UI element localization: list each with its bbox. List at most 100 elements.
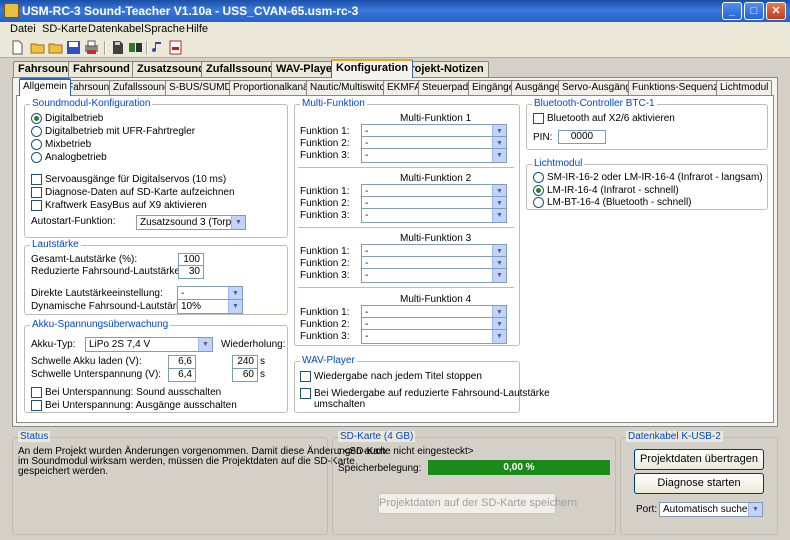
licht-lm-bt-radio[interactable] <box>533 197 544 208</box>
menu-hilfe[interactable]: Hilfe <box>186 23 208 35</box>
sd-save-button[interactable]: Projektdaten auf der SD-Karte speichern <box>378 493 577 514</box>
menu-sd-karte[interactable]: SD-Karte <box>42 23 87 35</box>
schwelle-unter-input[interactable]: 6,4 <box>168 368 196 382</box>
autostart-select[interactable]: Zusatzsound 3 (Torp-Schi ▼ <box>136 215 246 230</box>
mode-ufr-label: Digitalbetrieb mit UFR-Fahrtregler <box>45 126 196 137</box>
music-note-icon[interactable] <box>150 40 165 55</box>
direkt-label: Direkte Lautstärkeeinstellung: <box>31 288 163 299</box>
mf3-title: Multi-Funktion 3 <box>400 233 472 244</box>
mf4-title: Multi-Funktion 4 <box>400 294 472 305</box>
port-select[interactable]: Automatisch suchen ▼ <box>659 502 763 517</box>
schwelle-laden-input[interactable]: 6,6 <box>168 355 196 369</box>
menu-sprache[interactable]: Sprache <box>144 23 185 35</box>
mf2-title: Multi-Funktion 2 <box>400 173 472 184</box>
dynamisch-select[interactable]: 10% ▼ <box>177 299 243 314</box>
unter-repeat-input[interactable]: 60 <box>232 368 258 382</box>
subtab-zufallssound[interactable]: Zufallssound <box>109 80 174 95</box>
chevron-down-icon: ▼ <box>198 338 212 351</box>
subtab-s-bus-sumd[interactable]: S-BUS/SUMD <box>165 80 236 95</box>
subtab-allgemein[interactable]: Allgemein <box>19 78 71 96</box>
transfer-button[interactable]: Projektdaten übertragen <box>634 449 764 470</box>
mf2-f3-select[interactable]: - ▼ <box>361 208 507 223</box>
chevron-down-icon: ▼ <box>231 216 245 229</box>
data-cable-icon[interactable] <box>128 40 143 55</box>
subtab-nautic-multiswitch[interactable]: Nautic/Multiswitch <box>306 80 395 95</box>
licht-sm-ir-label: SM-IR-16-2 oder LM-IR-16-4 (Infrarot - l… <box>547 172 763 183</box>
window-title: USM-RC-3 Sound-Teacher V1.10a - USS_CVAN… <box>22 4 359 18</box>
mf1-f3-select[interactable]: - ▼ <box>361 148 507 163</box>
laden-repeat-input[interactable]: 240 <box>232 355 258 369</box>
wav-stop-checkbox[interactable] <box>300 371 311 382</box>
digitalservos-checkbox[interactable] <box>31 174 42 185</box>
sd-card-icon[interactable] <box>110 40 125 55</box>
wav-reduce-label-cont: umschalten <box>314 399 366 410</box>
speicher-label: Speicherbelegung: <box>338 463 422 474</box>
pdf-icon[interactable] <box>168 40 183 55</box>
autostart-label: Autostart-Funktion: <box>31 216 116 227</box>
mf4-f1-label: Funktion 1: <box>300 307 350 318</box>
direkt-value: - <box>181 288 185 299</box>
mf4-f3-label: Funktion 3: <box>300 331 350 342</box>
wiederholung-label: Wiederholung: <box>221 339 286 350</box>
akku-typ-select[interactable]: LiPo 2S 7,4 V ▼ <box>85 337 213 352</box>
subtab-steuerpad[interactable]: Steuerpad <box>418 80 473 95</box>
chevron-down-icon: ▼ <box>492 330 506 343</box>
print-icon[interactable] <box>84 40 99 55</box>
diagnose-label: Diagnose-Daten auf SD-Karte aufzeichnen <box>45 187 235 198</box>
wavplayer-group-title: WAV-Player <box>300 355 357 366</box>
datenkabel-group-title: Datenkabel K-USB-2 <box>626 431 723 442</box>
mode-mix-radio[interactable] <box>31 139 42 150</box>
licht-lm-ir-label: LM-IR-16-4 (Infrarot - schnell) <box>547 185 679 196</box>
toolbar <box>0 38 790 58</box>
mode-analog-radio[interactable] <box>31 152 42 163</box>
bluetooth-checkbox[interactable] <box>533 113 544 124</box>
unter-repeat-unit: s <box>260 369 265 380</box>
close-button[interactable]: ✕ <box>766 2 786 20</box>
licht-lm-ir-radio[interactable] <box>533 185 544 196</box>
mode-ufr-radio[interactable] <box>31 126 42 137</box>
open-folder-icon[interactable] <box>30 40 45 55</box>
toolbar-separator <box>104 41 106 55</box>
mf3-f3-select[interactable]: - ▼ <box>361 268 507 283</box>
diagnose-button[interactable]: Diagnose starten <box>634 473 764 494</box>
licht-sm-ir-radio[interactable] <box>533 172 544 183</box>
mf1-f2-label: Funktion 2: <box>300 138 350 149</box>
reduziert-input[interactable]: 30 <box>178 265 204 279</box>
mode-digital-radio[interactable] <box>31 113 42 124</box>
multifunktion-group-title: Multi-Funktion <box>300 98 367 109</box>
menu-datenkabel[interactable]: Datenkabel <box>88 23 144 35</box>
unterspannung-ausgaenge-label: Bei Unterspannung: Ausgänge ausschalten <box>45 400 237 411</box>
mf4-f2-label: Funktion 2: <box>300 319 350 330</box>
mf2-f1-label: Funktion 1: <box>300 186 350 197</box>
pin-input[interactable]: 0000 <box>558 130 606 144</box>
mf3-f2-label: Funktion 2: <box>300 258 350 269</box>
open-folder-2-icon[interactable] <box>48 40 63 55</box>
minimize-button[interactable]: _ <box>722 2 742 20</box>
mf4-f3-select[interactable]: - ▼ <box>361 329 507 344</box>
mf2-f3-value: - <box>365 210 369 221</box>
app-icon <box>4 3 19 18</box>
diagnose-checkbox[interactable] <box>31 187 42 198</box>
title-bar: USM-RC-3 Sound-Teacher V1.10a - USS_CVAN… <box>0 0 790 22</box>
menu-datei[interactable]: Datei <box>10 23 36 35</box>
unterspannung-ausgaenge-checkbox[interactable] <box>31 400 42 411</box>
laden-repeat-unit: s <box>260 356 265 367</box>
mode-mix-label: Mixbetrieb <box>45 139 92 150</box>
new-file-icon[interactable] <box>10 40 25 55</box>
speicher-progress-bar: 0,00 % <box>428 460 610 475</box>
save-icon[interactable] <box>66 40 81 55</box>
dynamisch-label: Dynamische Fahrsound-Lautstärke: <box>31 301 190 312</box>
wav-reduce-checkbox[interactable] <box>300 388 311 399</box>
tab-konfiguration[interactable]: Konfiguration <box>331 59 414 78</box>
easybus-label: Kraftwerk EasyBus auf X9 aktivieren <box>45 200 207 211</box>
lichtmodul-group-title: Lichtmodul <box>532 158 585 169</box>
unterspannung-sound-checkbox[interactable] <box>31 387 42 398</box>
gesamt-label: Gesamt-Lautstärke (%): <box>31 254 138 265</box>
chevron-down-icon: ▼ <box>492 149 506 162</box>
subtab-ausgaenge[interactable]: Ausgänge <box>511 80 565 95</box>
subtab-lichtmodul[interactable]: Lichtmodul <box>716 80 773 95</box>
mf-divider <box>298 227 514 228</box>
maximize-button[interactable]: □ <box>744 2 764 20</box>
mf4-f3-value: - <box>365 331 369 342</box>
easybus-checkbox[interactable] <box>31 200 42 211</box>
